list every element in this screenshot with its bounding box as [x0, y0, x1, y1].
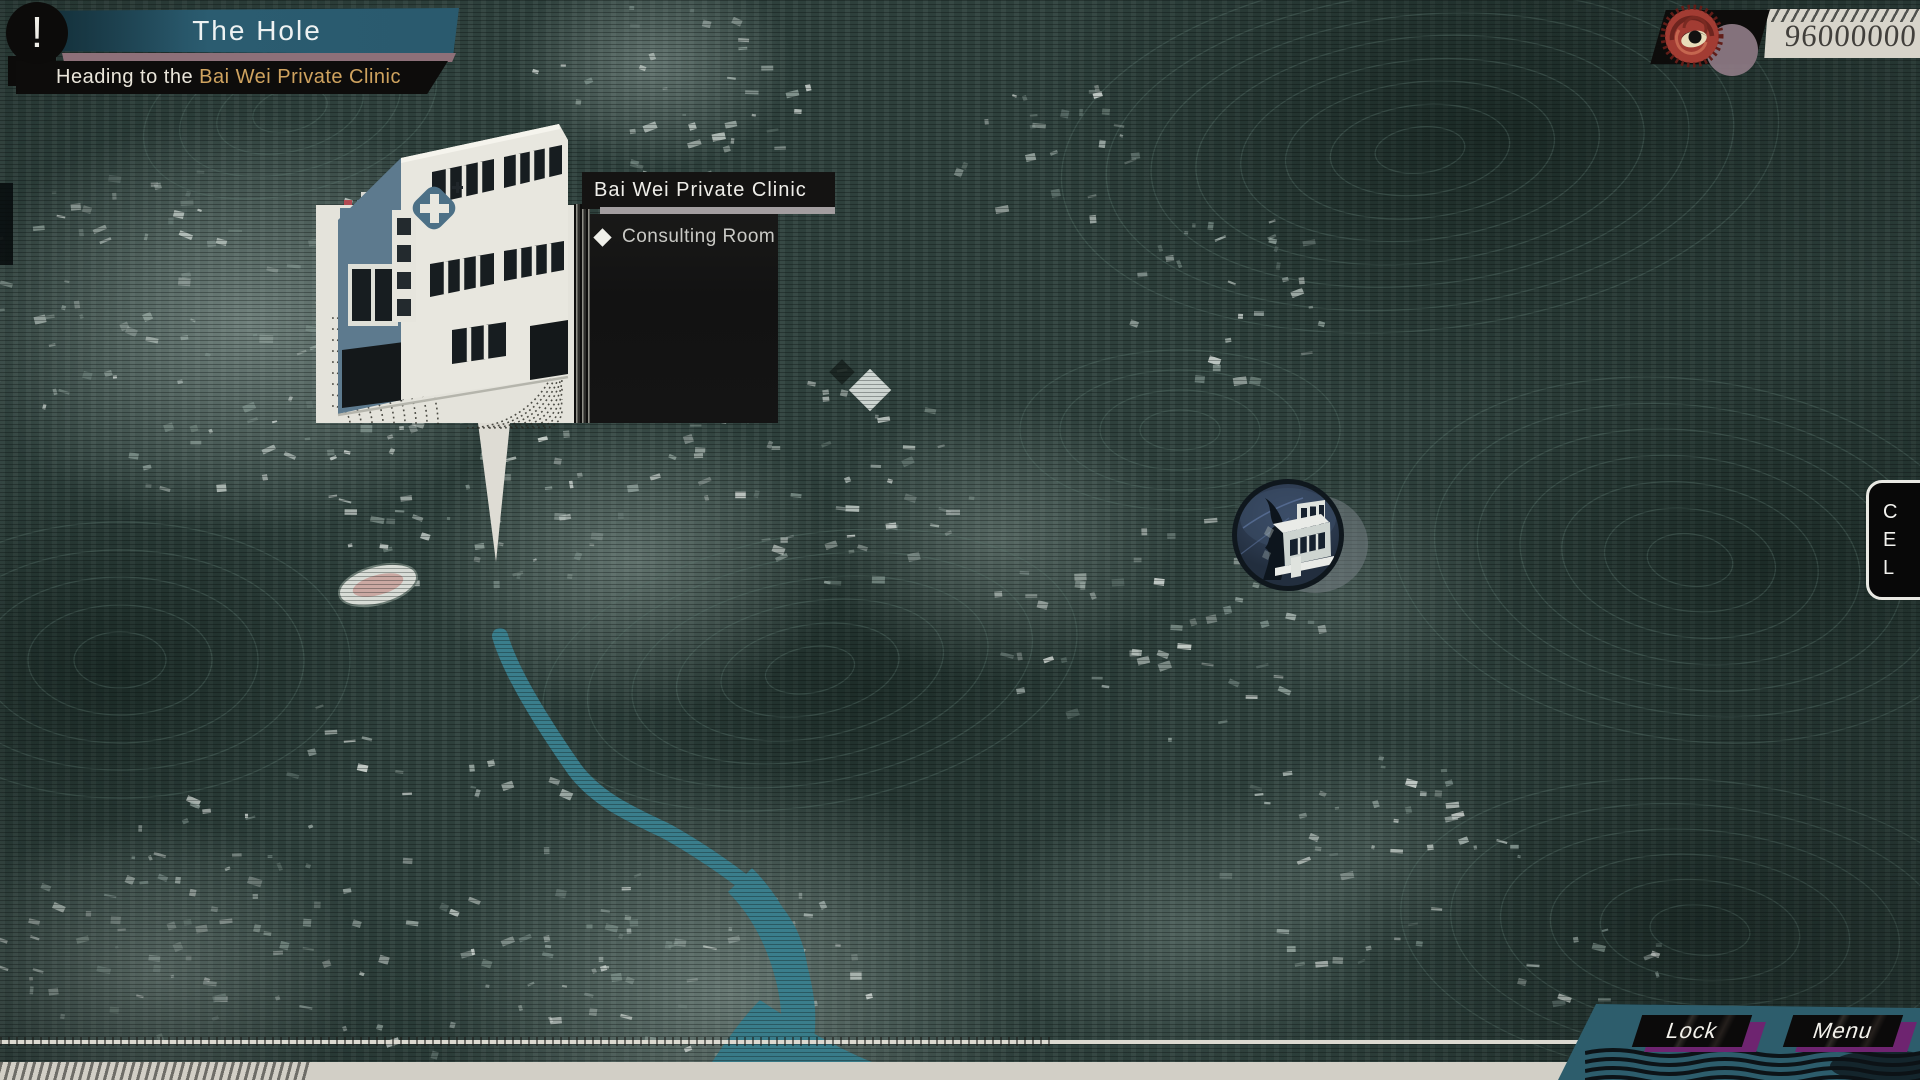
popup-pointer-tail — [478, 423, 510, 562]
map-decorations — [0, 0, 1920, 1080]
banner-underline — [62, 53, 456, 62]
status-destination: Bai Wei Private Clinic — [199, 66, 401, 89]
red-spiral-eye-icon — [1654, 0, 1732, 78]
money-counter: 96000000 — [1764, 9, 1920, 58]
game-screen: The Hole Heading to the Bai Wei Private … — [0, 0, 1920, 1080]
alert-icon: ! — [6, 2, 68, 64]
popup-menu-item-consulting-room[interactable]: Consulting Room — [590, 222, 778, 252]
location-title: The Hole — [192, 15, 322, 47]
cell-letter: C — [1883, 499, 1897, 525]
menu-button-label: Menu — [1809, 1018, 1876, 1044]
status-prefix: Heading to the — [56, 66, 199, 89]
currency-eye-group — [1652, 0, 1776, 76]
house-with-tree-marker-icon — [1232, 479, 1344, 591]
location-banner: The Hole — [55, 8, 459, 54]
popup-menu-panel: Consulting Room — [590, 214, 778, 423]
exclamation-glyph: ! — [31, 11, 43, 55]
clinic-building-illustration — [338, 124, 568, 415]
menu-button[interactable]: Menu — [1783, 1015, 1903, 1047]
popup-divider — [600, 207, 835, 214]
lock-button[interactable]: Lock — [1632, 1015, 1752, 1047]
diamond-bullet-icon — [593, 228, 611, 246]
clinic-illustration-card — [316, 112, 578, 562]
lock-button-label: Lock — [1663, 1018, 1722, 1044]
popup-title: Bai Wei Private Clinic — [594, 179, 807, 202]
map-river — [500, 636, 872, 1080]
popup-menu-item-label: Consulting Room — [622, 226, 775, 248]
money-value: 96000000 — [1784, 14, 1919, 54]
cell-letter: L — [1883, 555, 1894, 581]
bottom-hud-block: Lock Menu — [1540, 1000, 1920, 1080]
map-marker-house[interactable] — [1232, 479, 1382, 609]
bottom-rule-hatch — [0, 1037, 1050, 1046]
status-banner: Heading to the Bai Wei Private Clinic — [16, 61, 448, 94]
wave-lines-decoration — [1585, 1048, 1920, 1080]
popup-title-bar: Bai Wei Private Clinic — [582, 172, 835, 209]
map-stadium — [334, 556, 421, 613]
cell-phone-button[interactable]: C E L — [1866, 480, 1920, 600]
popup-edge-stripes — [574, 204, 590, 423]
cell-letter: E — [1883, 527, 1896, 553]
